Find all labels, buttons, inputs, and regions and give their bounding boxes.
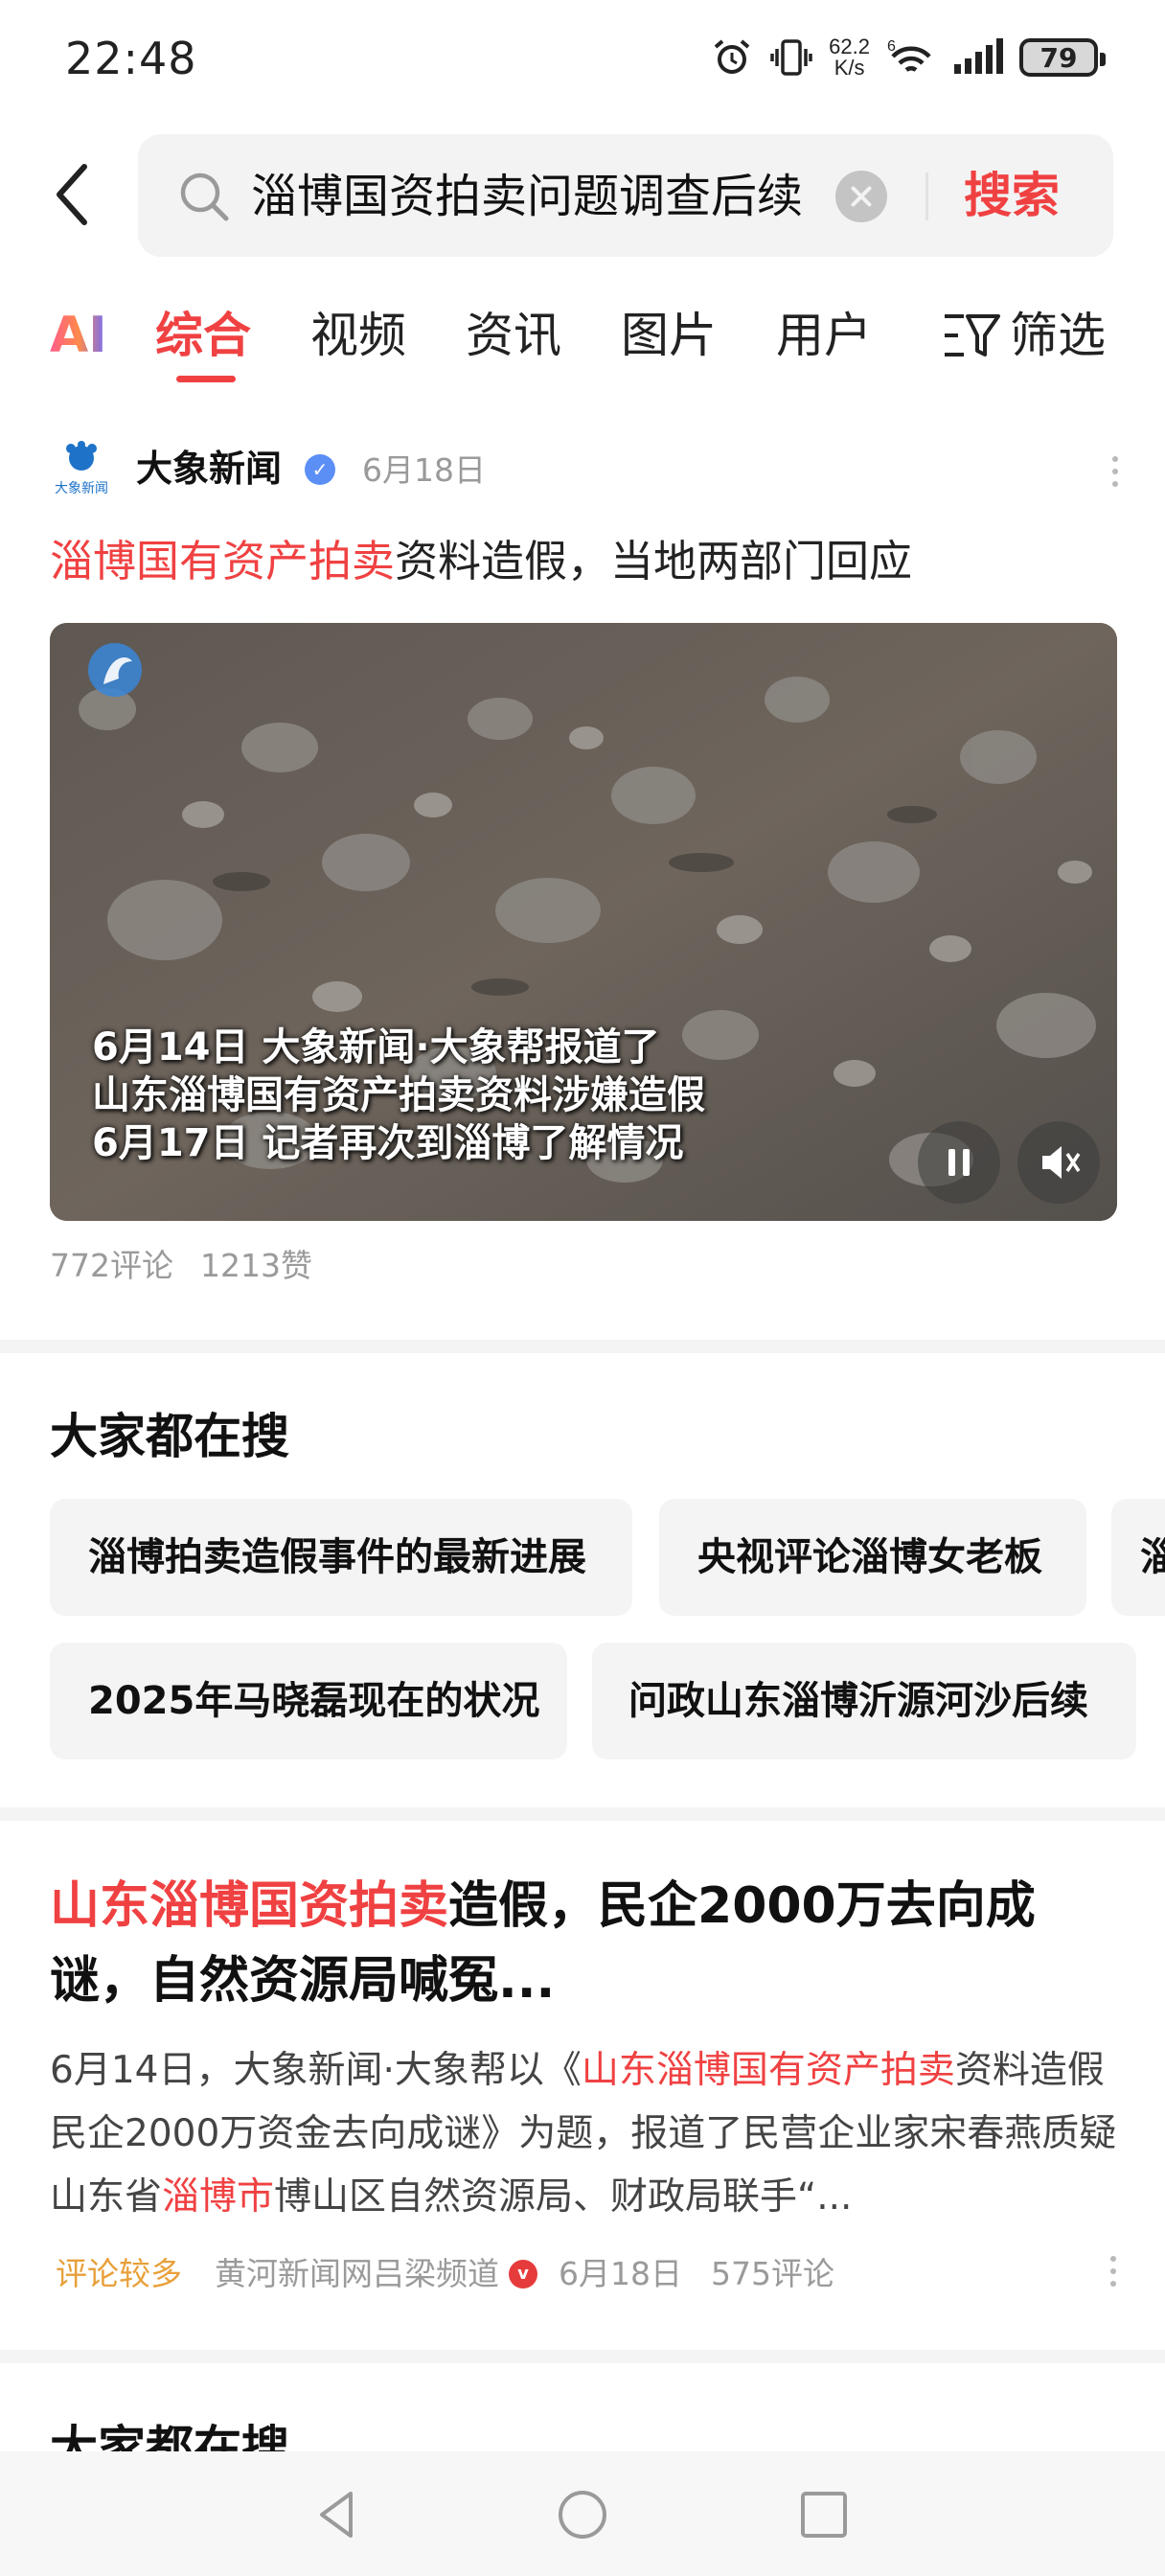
search-divider [925,172,928,220]
more-options-icon[interactable] [1111,456,1119,494]
article2-comment-count[interactable]: 575评论 [711,2250,834,2298]
verified-badge-icon: v [509,2260,537,2288]
clear-icon[interactable] [835,171,887,222]
search-suggestion-chip[interactable]: 淄博拍卖造假事件的最新进展 [50,1499,632,1616]
system-nav-bar [0,2451,1165,2576]
search-input[interactable]: 淄博国资拍卖问题调查后续 [251,169,855,224]
nav-recents-icon[interactable] [793,2484,855,2545]
search-bar[interactable]: 淄博国资拍卖问题调查后续 搜索 [138,134,1113,257]
source-logo[interactable]: 大象新闻 [50,437,113,500]
tab-bar: AI 综合 视频 资讯 图片 用户 筛选 [0,288,1165,393]
more-options-icon[interactable] [1109,2256,1117,2294]
signal-icon [954,38,1003,74]
filter-icon [945,314,1000,356]
article1-source-row: 大象新闻 大象新闻 ✓ 6月18日 [50,433,1123,506]
search-suggestion-chip[interactable]: 2025年马晓磊现在的状况 [50,1643,567,1760]
status-time: 22:48 [65,33,197,84]
svg-text:大象新闻: 大象新闻 [55,481,108,496]
article2-source[interactable]: 黄河新闻网吕梁频道 [215,2250,499,2298]
net-speed: 62.2 K/s [829,34,870,80]
nav-home-icon[interactable] [552,2484,613,2545]
tab-comprehensive[interactable]: 综合 [155,305,251,366]
comment-count[interactable]: 772评论 [50,1247,173,1284]
source-name[interactable]: 大象新闻 [136,445,282,493]
pause-button[interactable] [918,1121,1000,1204]
everyone-searches-title: 大家都在搜 [50,1409,289,1464]
section-divider [0,1340,1165,1353]
video-caption: 6月14日 大象新闻·大象帮报道了 山东淄博国有资产拍卖资料涉嫌造假 6月17日… [92,1025,705,1165]
search-button[interactable]: 搜索 [964,165,1060,226]
filter-label: 筛选 [1010,308,1106,363]
article-date: 6月18日 [362,451,486,489]
filter-button[interactable]: 筛选 [943,305,1106,366]
search-suggestion-chip[interactable]: 央视评论淄博女老板 [659,1499,1086,1616]
active-tab-indicator [176,376,236,382]
tab-news[interactable]: 资讯 [466,305,561,366]
section-divider [0,2350,1165,2363]
tab-ai[interactable]: AI [50,305,107,366]
video-watermark-logo [88,643,142,697]
video-player[interactable]: 6月14日 大象新闻·大象帮报道了 山东淄博国有资产拍卖资料涉嫌造假 6月17日… [50,623,1117,1221]
article2-summary[interactable]: 6月14日，大象新闻·大象帮以《山东淄博国有资产拍卖资料造假 民企2000万资金… [50,2039,1119,2229]
hot-comments-tag: 评论较多 [56,2255,182,2292]
pause-icon [948,1149,970,1176]
battery-icon: 79 [1019,38,1106,77]
mute-icon [1042,1146,1081,1179]
status-bar: 22:48 62.2 K/s 6 79 [0,0,1165,115]
status-icons: 62.2 K/s 6 79 [710,29,1106,86]
article2-meta: 评论较多 黄河新闻网吕梁频道 v 6月18日 575评论 [56,2250,834,2298]
vibrate-icon [770,39,812,76]
section-divider [0,1807,1165,1821]
alarm-icon [714,39,750,74]
article2-date: 6月18日 [559,2255,682,2292]
search-suggestion-chip[interactable]: 问政山东淄博沂源河沙后续 [592,1643,1136,1760]
wifi-icon: 6 [887,38,931,72]
mute-button[interactable] [1017,1121,1100,1204]
article2-title[interactable]: 山东淄博国资拍卖造假，民企2000万去向成谜，自然资源局喊冤... [50,1869,1113,2018]
search-suggestion-chip[interactable]: 淄 [1111,1499,1165,1616]
back-icon[interactable] [48,161,96,228]
article1-stats: 772评论 1213赞 [50,1244,312,1288]
search-icon [180,172,229,221]
tab-video[interactable]: 视频 [310,305,406,366]
nav-back-icon[interactable] [308,2484,370,2545]
like-count: 1213赞 [200,1247,312,1284]
tab-users[interactable]: 用户 [776,305,872,366]
article1-title[interactable]: 淄博国有资产拍卖资料造假，当地两部门回应 [50,533,912,590]
verified-badge-icon: ✓ [305,454,335,485]
tab-images[interactable]: 图片 [621,305,717,366]
